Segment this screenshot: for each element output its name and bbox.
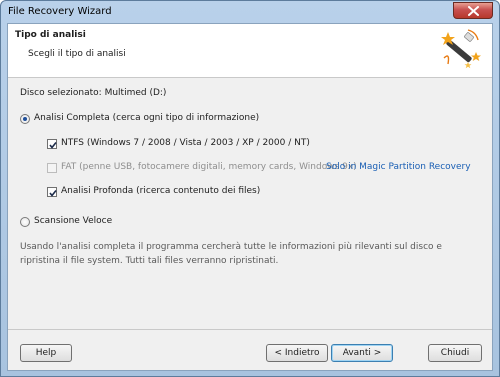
- magic-partition-recovery-link[interactable]: Solo in Magic Partition Recovery: [326, 162, 471, 172]
- fat-label: FAT (penne USB, fotocamere digitali, mem…: [61, 162, 357, 172]
- help-button[interactable]: Help: [20, 344, 72, 362]
- next-button[interactable]: Avanti >: [331, 344, 393, 362]
- checkmark-icon: [49, 190, 57, 197]
- quick-scan-radio[interactable]: [20, 217, 30, 227]
- deep-scan-checkbox[interactable]: [47, 187, 57, 197]
- full-scan-label[interactable]: Analisi Completa (cerca ogni tipo di inf…: [34, 113, 259, 123]
- page-title: Tipo di analisi: [15, 30, 86, 40]
- window-title: File Recovery Wizard: [8, 6, 112, 17]
- close-button[interactable]: Chiudi: [428, 344, 482, 362]
- scan-info-text: Usando l'analisi completa il programma c…: [20, 242, 442, 266]
- back-button[interactable]: < Indietro: [266, 344, 328, 362]
- quick-scan-label[interactable]: Scansione Veloce: [34, 216, 112, 226]
- title-bar[interactable]: File Recovery Wizard: [1, 1, 499, 23]
- wizard-window: File Recovery Wizard Tipo di analisi Sce…: [0, 0, 500, 377]
- wizard-body: Disco selezionato: Multimed (D:) Analisi…: [8, 78, 492, 330]
- ntfs-checkbox[interactable]: [47, 139, 57, 149]
- wizard-client-area: Tipo di analisi Scegli il tipo di analis…: [7, 23, 493, 371]
- ntfs-label[interactable]: NTFS (Windows 7 / 2008 / Vista / 2003 / …: [61, 138, 310, 148]
- page-subtitle: Scegli il tipo di analisi: [28, 49, 126, 59]
- window-close-button[interactable]: [453, 2, 493, 19]
- close-x-icon: [468, 6, 479, 16]
- selected-disk-label: Disco selezionato: Multimed (D:): [20, 88, 167, 98]
- fat-checkbox: [47, 163, 57, 173]
- wizard-footer: Help < Indietro Avanti > Chiudi: [8, 330, 492, 370]
- full-scan-radio[interactable]: [20, 114, 30, 124]
- wizard-header: Tipo di analisi Scegli il tipo di analis…: [8, 24, 492, 78]
- magic-wand-icon: [441, 29, 481, 69]
- checkmark-icon: [49, 142, 57, 149]
- deep-scan-label[interactable]: Analisi Profonda (ricerca contenuto dei …: [61, 186, 260, 196]
